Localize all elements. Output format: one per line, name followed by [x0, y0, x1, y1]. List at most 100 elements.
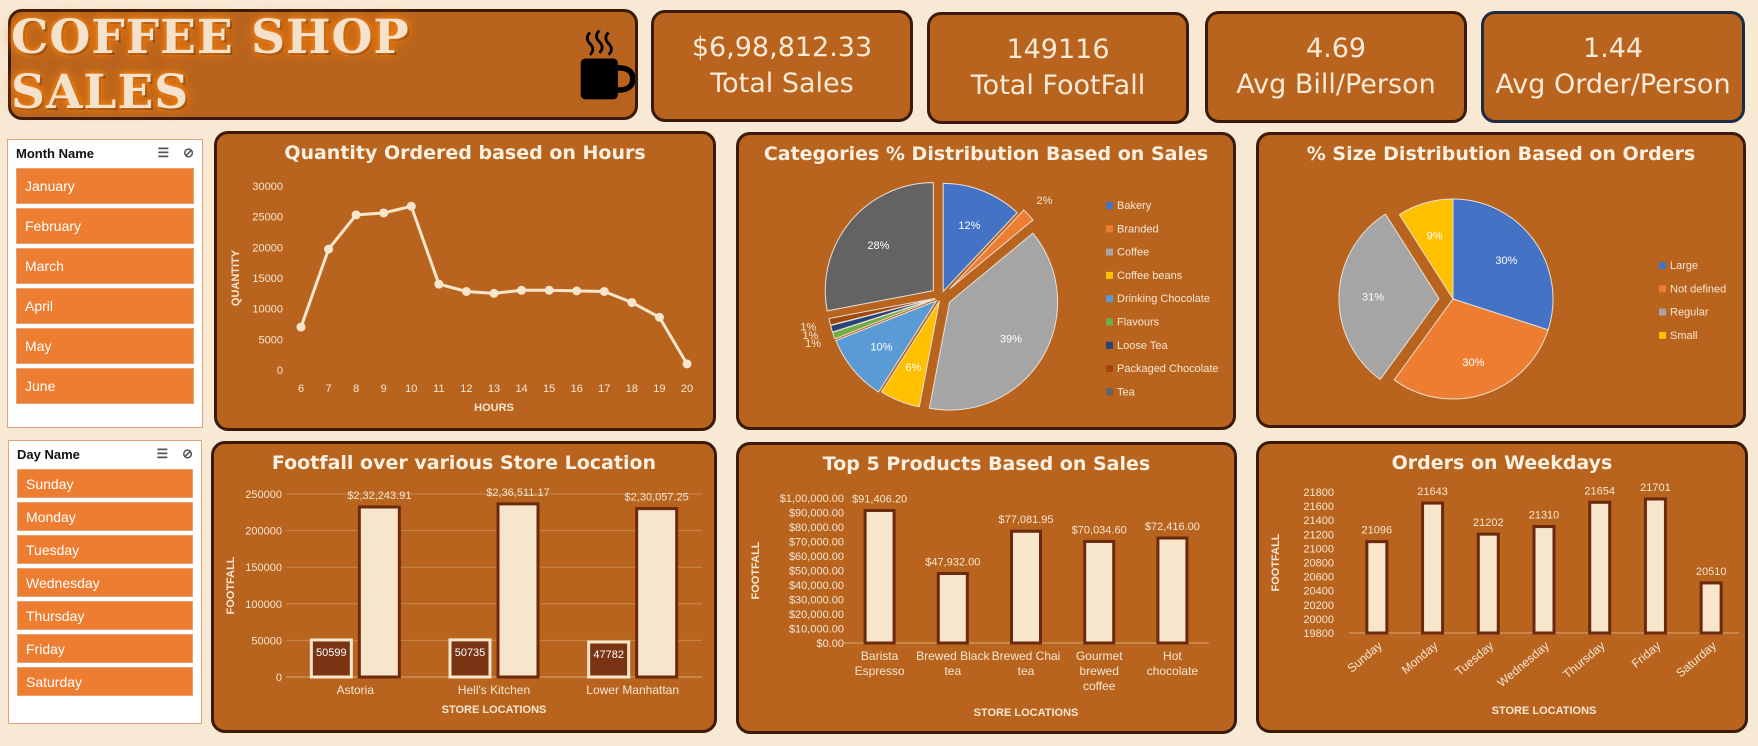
- x-tick-label: Saturday: [1673, 639, 1719, 681]
- bar: [1476, 532, 1500, 635]
- legend-swatch: [1106, 295, 1113, 303]
- x-tick-label: Wednesday: [1495, 639, 1552, 690]
- legend-label: Tea: [1117, 386, 1136, 398]
- chart-weekdays-panel: Orders on Weekdays 21800 21600 21400 21200 2…: [1256, 441, 1748, 733]
- x-tick-label: Thursday: [1560, 639, 1607, 682]
- data-point: [351, 210, 361, 220]
- legend-label: Bakery: [1117, 200, 1152, 212]
- x-tick-label: 15: [543, 383, 555, 395]
- x-tick-label: chocolate: [1147, 664, 1199, 678]
- slicer-item-may[interactable]: May: [16, 328, 194, 364]
- x-tick-label: Gourmet: [1076, 649, 1123, 663]
- legend-swatch: [1106, 318, 1113, 326]
- x-tick-label: tea: [944, 664, 961, 678]
- slicer-item-monday[interactable]: Monday: [17, 502, 193, 531]
- slicer-item-april[interactable]: April: [16, 288, 194, 324]
- slice-data-label: 28%: [867, 240, 889, 252]
- kpi-label: Total FootFall: [970, 70, 1146, 101]
- y-tick-label: 0: [276, 672, 282, 684]
- data-point: [296, 322, 306, 332]
- y-tick-label: 19800: [1303, 628, 1334, 640]
- bar: [1156, 536, 1189, 645]
- y-tick-label: 20000: [1303, 614, 1334, 626]
- kpi-avg-order: 1.44 Avg Order/Person: [1481, 11, 1745, 123]
- page-title: COFFEE SHOP SALES: [11, 9, 410, 120]
- slice-data-label: 30%: [1495, 255, 1517, 267]
- slicer-item-june[interactable]: June: [16, 368, 194, 404]
- legend-swatch: [1106, 388, 1113, 396]
- y-tick-label: $70,000.00: [789, 537, 844, 549]
- series-line: [299, 204, 689, 365]
- kpi-value: $6,98,812.33: [691, 32, 873, 63]
- size-pie-chart: 30% 30% 31% 9% Large Not defined Regular Small: [1338, 198, 1726, 400]
- kpi-value: 149116: [1006, 34, 1110, 65]
- bar: [863, 508, 896, 645]
- slice-data-label: 39%: [1000, 333, 1022, 345]
- chart-products-panel: Top 5 Products Based on Sales $1,00,000.…: [736, 442, 1237, 734]
- slicer-item-friday[interactable]: Friday: [17, 634, 193, 663]
- y-tick-label: 20600: [1303, 572, 1334, 584]
- slicer-item-tuesday[interactable]: Tuesday: [17, 535, 193, 564]
- multi-select-icon[interactable]: ☰: [157, 145, 169, 161]
- day-slicer: Day Name ☰ ⊘ Sunday Monday Tuesday Wednesday…: [8, 440, 202, 724]
- x-tick-label: Astoria: [337, 683, 375, 697]
- y-tick-label: $60,000.00: [789, 551, 844, 563]
- y-tick-label: $80,000.00: [789, 522, 844, 534]
- slicer-item-wednesday[interactable]: Wednesday: [17, 568, 193, 597]
- slice-data-label: 2%: [1037, 195, 1053, 207]
- bar-data-label: 20510: [1696, 566, 1727, 578]
- y-tick-label: $0.00: [816, 638, 844, 650]
- data-point: [379, 208, 389, 218]
- slice-data-label: 6%: [905, 362, 921, 374]
- data-point: [434, 279, 444, 289]
- legend-label: Large: [1670, 260, 1698, 272]
- bar: [1421, 501, 1445, 635]
- dashboard-title-panel: COFFEE SHOP SALES: [8, 9, 638, 120]
- y-tick-label: 20200: [1303, 600, 1334, 612]
- x-tick-label: 10: [405, 383, 417, 395]
- legend-label: Packaged Chocolate: [1117, 363, 1219, 375]
- slicer-item-january[interactable]: January: [16, 168, 194, 204]
- x-tick-label: 17: [598, 383, 610, 395]
- multi-select-icon[interactable]: ☰: [156, 446, 168, 462]
- y-tick-label: 250000: [245, 489, 282, 501]
- y-tick-label: $1,00,000.00: [780, 493, 844, 505]
- slicer-item-march[interactable]: March: [16, 248, 194, 284]
- slicer-item-thursday[interactable]: Thursday: [17, 601, 193, 630]
- y-tick-label: 50000: [251, 635, 282, 647]
- x-tick-label: 11: [433, 383, 444, 395]
- clear-filter-icon[interactable]: ⊘: [183, 145, 194, 161]
- data-point: [324, 244, 334, 254]
- legend-swatch: [1659, 331, 1666, 339]
- slicer-item-sunday[interactable]: Sunday: [17, 469, 193, 498]
- y-tick-label: 25000: [252, 212, 283, 224]
- bar-data-label: $2,36,511.17: [486, 487, 549, 499]
- bar: [635, 507, 679, 679]
- y-tick-label: $10,000.00: [789, 624, 844, 636]
- x-tick-label: brewed: [1080, 664, 1119, 678]
- x-tick-label: Brewed Chai: [992, 649, 1061, 663]
- bar: [1083, 539, 1116, 645]
- y-axis-label: FOOTFALL: [750, 541, 762, 599]
- y-axis-label: FOOTFALL: [1270, 533, 1282, 591]
- legend-label: Small: [1670, 330, 1698, 342]
- categories-pie-chart: 12%2%39%6%10%1%1%1%28%BakeryBrandedCoffe…: [800, 182, 1219, 411]
- y-tick-label: 21600: [1303, 501, 1334, 513]
- slicer-item-february[interactable]: February: [16, 208, 194, 244]
- slice-data-label: 1%: [800, 322, 816, 334]
- legend-label: Drinking Chocolate: [1117, 293, 1210, 305]
- data-point: [682, 359, 692, 369]
- slicer-item-saturday[interactable]: Saturday: [17, 667, 193, 696]
- y-tick-label: 20400: [1303, 586, 1334, 598]
- bar-data-label: 21643: [1417, 486, 1448, 498]
- x-axis-label: STORE LOCATIONS: [1492, 705, 1597, 717]
- x-tick-label: 13: [488, 383, 500, 395]
- legend-label: Not defined: [1670, 283, 1726, 295]
- x-tick-label: Barista: [861, 649, 899, 663]
- clear-filter-icon[interactable]: ⊘: [182, 446, 193, 462]
- y-tick-label: 30000: [252, 181, 283, 193]
- y-tick-label: $30,000.00: [789, 595, 844, 607]
- hours-line-chart: 30000 25000 20000 15000 10000 5000 0 6 7 8 9 10 11 12…: [230, 181, 693, 414]
- y-tick-label: 21800: [1303, 487, 1334, 499]
- legend-label: Branded: [1117, 223, 1159, 235]
